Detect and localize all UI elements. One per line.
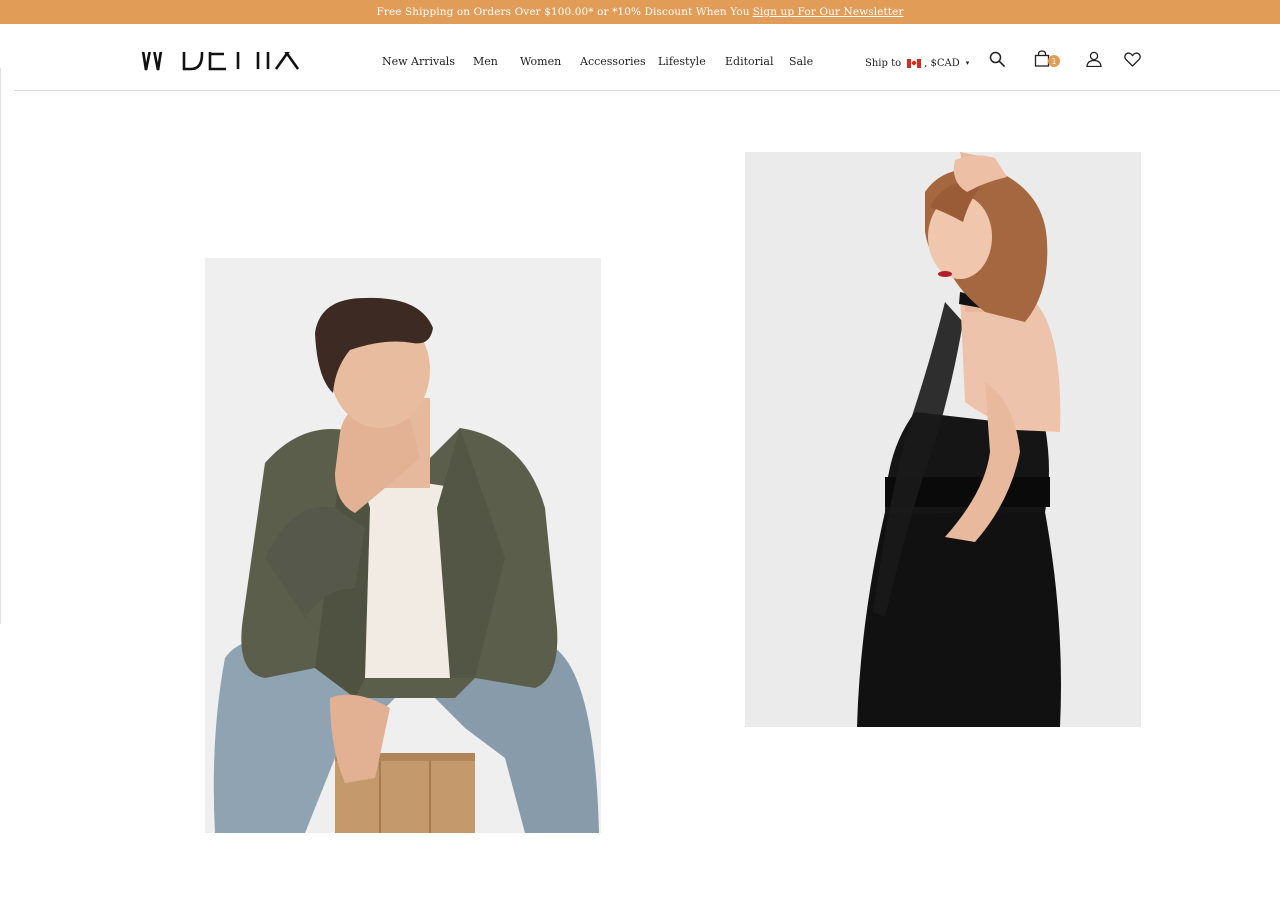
search-icon[interactable] xyxy=(989,51,1005,67)
site-header: New Arrivals Men Women Accessories Lifes… xyxy=(0,24,1280,91)
user-icon[interactable] xyxy=(1086,51,1102,67)
newsletter-link[interactable]: Sign up For Our Newsletter xyxy=(753,6,904,18)
nav-lifestyle[interactable]: Lifestyle xyxy=(658,55,706,68)
brand-logo[interactable] xyxy=(140,44,300,72)
gallery-image-men[interactable] xyxy=(205,258,601,833)
cart-count-badge: 1 xyxy=(1048,55,1060,67)
nav-women[interactable]: Women xyxy=(520,55,561,68)
header-divider xyxy=(14,90,1280,91)
gallery-image-women[interactable] xyxy=(745,152,1141,727)
nav-sale[interactable]: Sale xyxy=(789,55,813,68)
announcement-bar: Free Shipping on Orders Over $100.00* or… xyxy=(0,0,1280,24)
heart-icon[interactable] xyxy=(1124,52,1141,67)
nav-men[interactable]: Men xyxy=(473,55,498,68)
currency-label: , $CAD xyxy=(924,57,960,69)
ship-to-selector[interactable]: Ship to , $CAD ▾ xyxy=(865,56,969,70)
page-edge-line xyxy=(0,68,1,624)
announcement-text: Free Shipping on Orders Over $100.00* or… xyxy=(376,6,750,18)
nav-accessories[interactable]: Accessories xyxy=(580,55,646,68)
nav-editorial[interactable]: Editorial xyxy=(725,55,774,68)
nav-new-arrivals[interactable]: New Arrivals xyxy=(382,55,455,68)
ship-to-label: Ship to xyxy=(865,57,902,69)
caret-down-icon: ▾ xyxy=(965,59,970,67)
canada-flag-icon xyxy=(907,58,922,68)
